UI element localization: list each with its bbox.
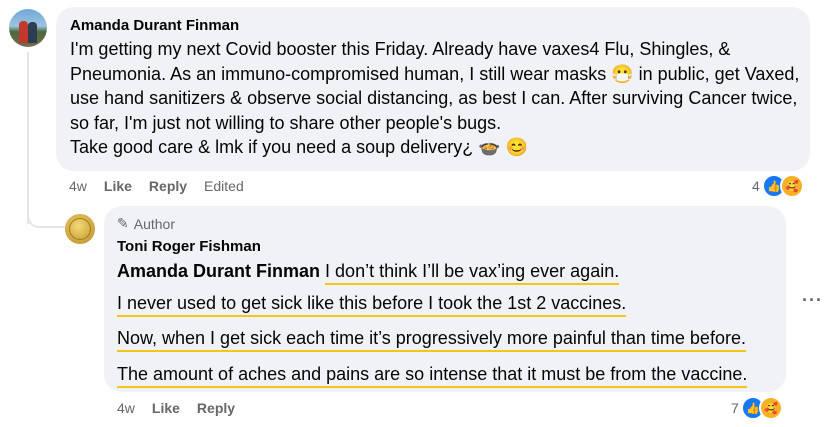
thread-line [27, 52, 29, 224]
author-badge: ✎ Author [117, 215, 175, 232]
pencil-icon: ✎ [117, 215, 129, 231]
highlighted-text: Now, when I get sick each time it’s prog… [117, 328, 746, 352]
reply-actions: 4w Like Reply [117, 400, 252, 416]
reaction-summary[interactable]: 7 👍 🥰 [731, 396, 783, 420]
avatar[interactable] [65, 214, 95, 244]
avatar-figure [19, 21, 28, 43]
reply-line: Now, when I get sick each time it’s prog… [117, 326, 746, 352]
like-button[interactable]: Like [104, 178, 132, 194]
highlighted-text: The amount of aches and pains are so int… [117, 364, 748, 388]
comment-paragraph: I'm getting my next Covid booster this F… [70, 39, 800, 133]
reaction-count: 4 [752, 178, 760, 194]
reply-button[interactable]: Reply [149, 178, 187, 194]
reaction-count: 7 [731, 400, 739, 416]
avatar-figure [28, 22, 37, 43]
comment-paragraph: Take good care & lmk if you need a soup … [70, 137, 529, 157]
reply-line: Amanda Durant Finman I don’t think I’ll … [117, 259, 620, 285]
care-icon: 🥰 [779, 174, 804, 198]
highlighted-text: I don’t think I’ll be vax’ing ever again… [325, 261, 620, 285]
like-button[interactable]: Like [152, 400, 180, 416]
thread-connector [27, 204, 67, 228]
timestamp[interactable]: 4w [69, 178, 87, 194]
more-options-icon[interactable]: ··· [802, 290, 823, 311]
care-icon: 🥰 [758, 396, 783, 420]
comment-author[interactable]: Amanda Durant Finman [70, 17, 239, 34]
reply-button[interactable]: Reply [197, 400, 235, 416]
author-badge-label: Author [133, 215, 175, 232]
comment-text: I'm getting my next Covid booster this F… [70, 37, 806, 160]
reply-line: The amount of aches and pains are so int… [117, 362, 748, 388]
comment-actions: 4w Like Reply Edited [69, 178, 261, 194]
edited-label[interactable]: Edited [204, 178, 244, 194]
mention-link[interactable]: Amanda Durant Finman [117, 261, 320, 281]
avatar[interactable] [9, 9, 47, 47]
reaction-summary[interactable]: 4 👍 🥰 [752, 174, 804, 198]
highlighted-text: I never used to get sick like this befor… [117, 293, 627, 317]
reply-author[interactable]: Toni Roger Fishman [117, 238, 261, 255]
timestamp[interactable]: 4w [117, 400, 135, 416]
reply-line: I never used to get sick like this befor… [117, 291, 627, 317]
avatar-coin-ring [69, 218, 91, 240]
